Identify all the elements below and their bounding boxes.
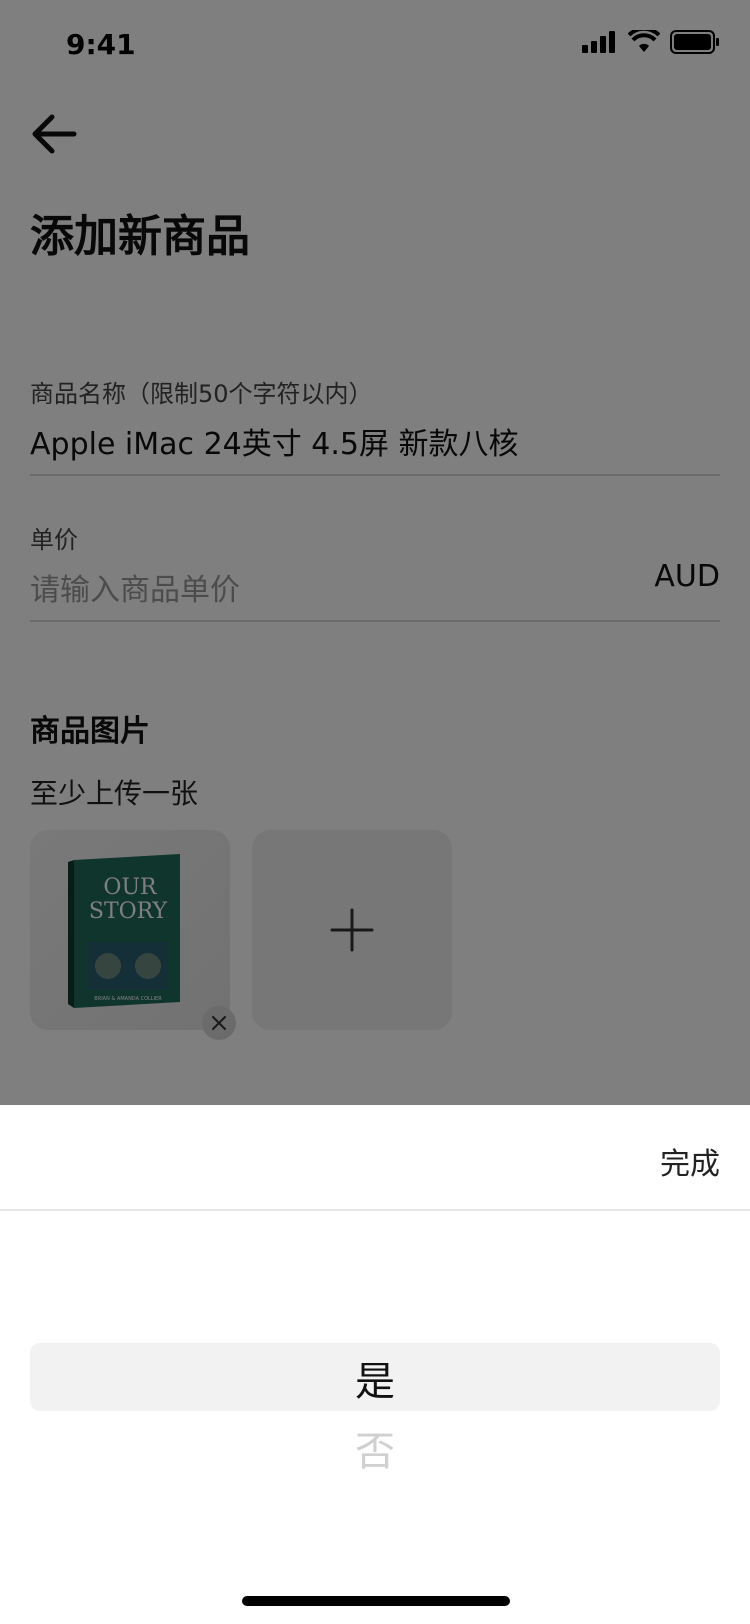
picker-header: 完成 — [0, 1105, 750, 1211]
picker-sheet: 完成 是 否 — [0, 1105, 750, 1624]
picker-option-yes[interactable]: 是 — [30, 1349, 720, 1407]
done-button[interactable]: 完成 — [660, 1139, 720, 1183]
modal-overlay[interactable] — [0, 0, 750, 1105]
home-indicator — [242, 1596, 510, 1606]
picker-option-no[interactable]: 否 — [30, 1419, 720, 1477]
